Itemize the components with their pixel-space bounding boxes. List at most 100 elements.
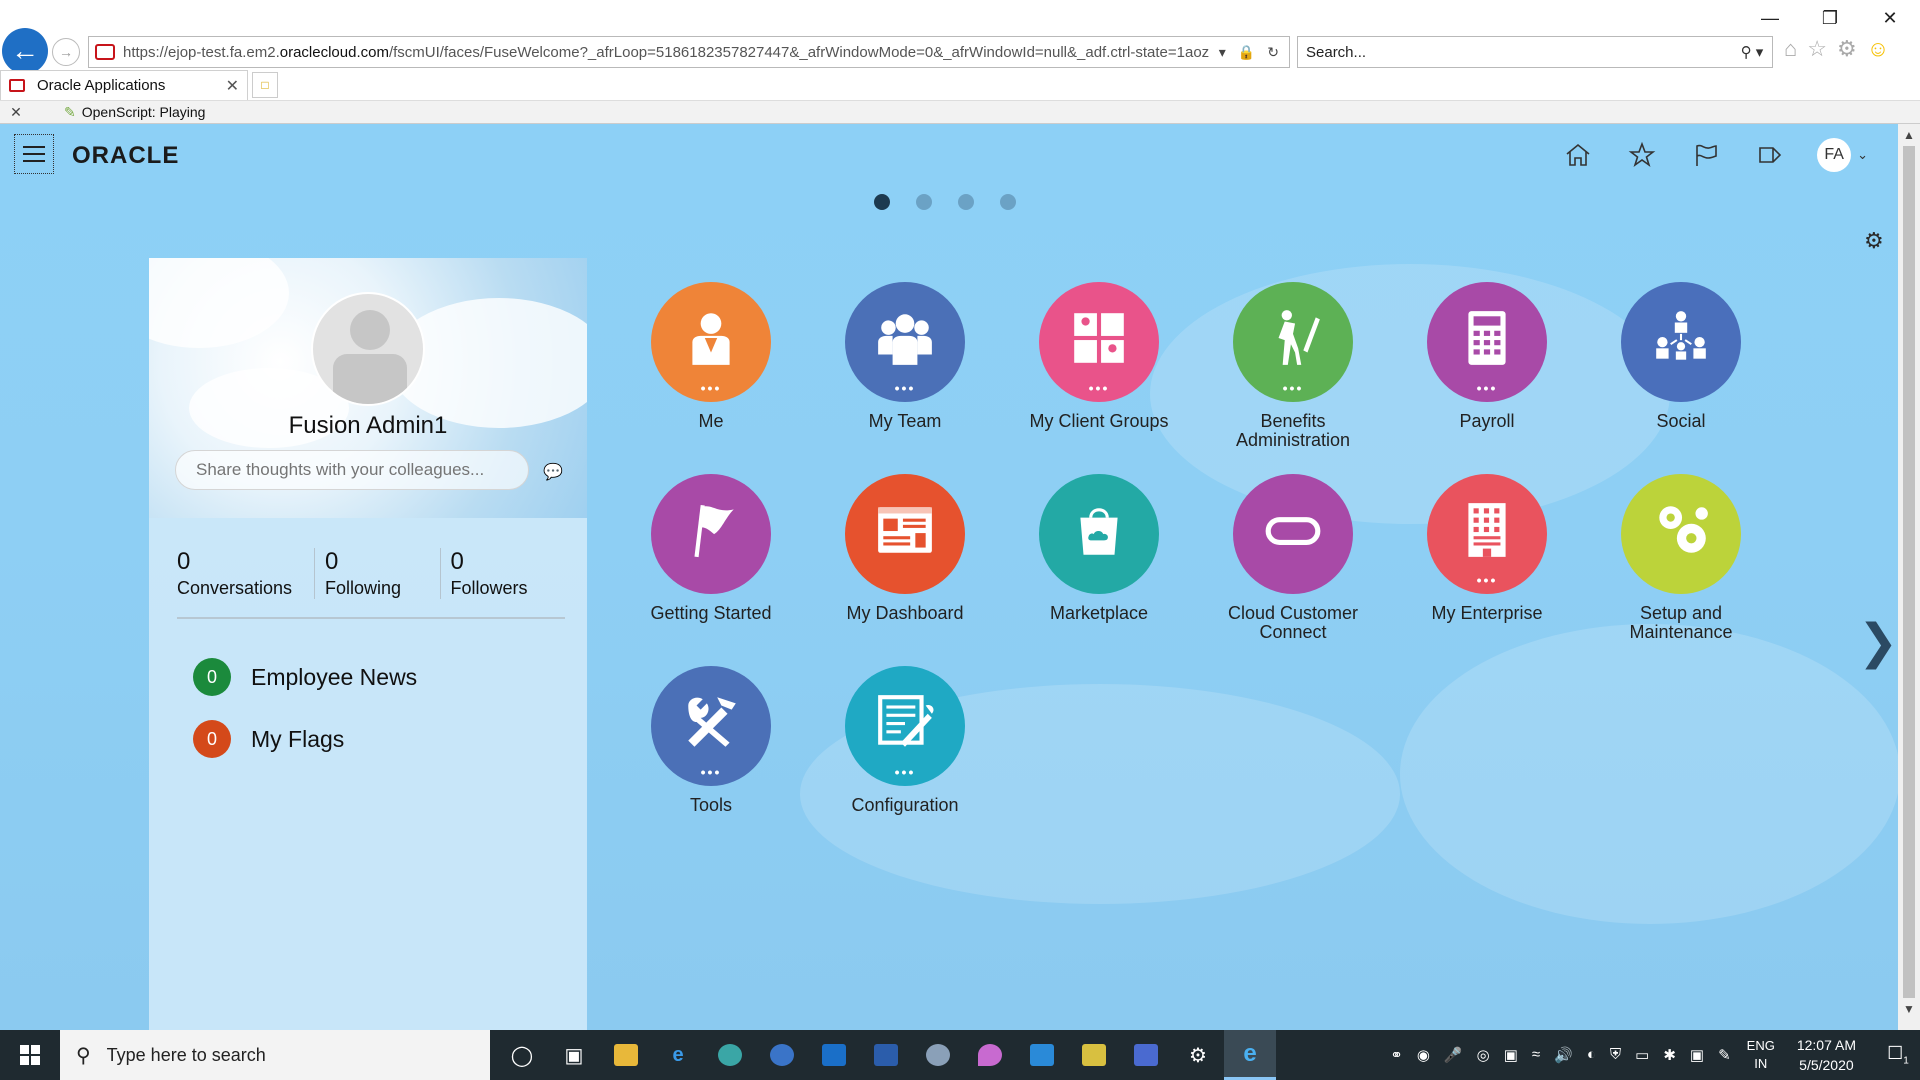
tile-icon-circle[interactable]: ••• (1427, 282, 1547, 402)
paint3d-icon[interactable] (964, 1030, 1016, 1080)
tile-icon-circle[interactable] (1039, 474, 1159, 594)
tile-icon-circle[interactable] (1621, 474, 1741, 594)
user-menu[interactable]: FA ⌄ (1817, 138, 1868, 172)
scroll-down-icon[interactable]: ▼ (1898, 998, 1920, 1020)
settings-gear-icon[interactable]: ⚙ (1172, 1030, 1224, 1080)
springboard-tile-getting-started[interactable]: Getting Started (614, 474, 808, 644)
springboard-tile-my-enterprise[interactable]: ••• My Enterprise (1390, 474, 1584, 644)
outlook-tray-icon[interactable]: ▣ (1504, 1046, 1518, 1064)
internet-explorer-icon[interactable]: e (1224, 1030, 1276, 1080)
cortana-icon[interactable]: ◯ (496, 1030, 548, 1080)
sync-icon[interactable]: ◐ (1587, 1046, 1596, 1064)
close-tab-icon[interactable]: ✕ (226, 76, 239, 96)
springboard-tile-my-team[interactable]: ••• My Team (808, 282, 1002, 452)
my-flags-item[interactable]: 0 My Flags (193, 720, 417, 758)
tile-icon-circle[interactable]: ••• (651, 282, 771, 402)
settings-gear-icon[interactable]: ⚙ (1837, 36, 1857, 62)
app-globe-icon[interactable] (704, 1030, 756, 1080)
file-explorer-icon[interactable] (600, 1030, 652, 1080)
tile-icon-circle[interactable] (845, 474, 965, 594)
browser-search-input[interactable]: Search... ⚲ ▾ (1297, 36, 1773, 68)
tile-icon-circle[interactable]: ••• (845, 666, 965, 786)
search-icon[interactable]: ⚲ ▾ (1732, 43, 1772, 61)
dropdown-arrow-icon[interactable]: ▾ (1219, 44, 1226, 61)
scroll-up-icon[interactable]: ▲ (1898, 124, 1920, 146)
microphone-icon[interactable]: 🎤 (1444, 1046, 1463, 1064)
start-button[interactable] (0, 1030, 60, 1080)
tile-icon-circle[interactable]: ••• (845, 282, 965, 402)
springboard-tile-my-client-groups[interactable]: ••• My Client Groups (1002, 282, 1196, 452)
springboard-tile-marketplace[interactable]: Marketplace (1002, 474, 1196, 644)
back-button[interactable]: ← (2, 28, 48, 74)
share-thoughts-input[interactable] (175, 450, 529, 490)
next-page-arrow-icon[interactable]: ❯ (1858, 614, 1898, 670)
tile-icon-circle[interactable]: ••• (651, 666, 771, 786)
chevron-down-icon[interactable]: ⌄ (1857, 147, 1868, 163)
battery-icon[interactable]: ▭ (1635, 1046, 1649, 1064)
springboard-tile-my-dashboard[interactable]: My Dashboard (808, 474, 1002, 644)
personalize-gear-icon[interactable]: ⚙ (1864, 228, 1884, 254)
navigator-menu-button[interactable] (14, 134, 54, 174)
notification-center-icon[interactable]: ☐1 (1876, 1043, 1920, 1067)
address-bar[interactable]: https://ejop-test.fa.em2.oraclecloud.com… (88, 36, 1290, 68)
app-chat-icon[interactable] (756, 1030, 808, 1080)
security-shield-icon[interactable]: ⛨ (1610, 1046, 1621, 1064)
refresh-icon[interactable]: ↻ (1267, 44, 1279, 61)
page-dot-2[interactable] (916, 194, 932, 210)
new-tab-button[interactable]: □ (252, 72, 278, 98)
stat-following[interactable]: 0 Following (314, 548, 440, 599)
scroll-thumb[interactable] (1903, 146, 1915, 998)
restore-button[interactable]: ❐ (1800, 0, 1860, 36)
vertical-scrollbar[interactable]: ▲ ▼ (1898, 124, 1920, 1030)
tile-icon-circle[interactable] (1233, 474, 1353, 594)
profile-photo[interactable] (311, 292, 425, 406)
page-dot-4[interactable] (1000, 194, 1016, 210)
tile-icon-circle[interactable] (651, 474, 771, 594)
snipping-tool-icon[interactable] (1068, 1030, 1120, 1080)
word-icon[interactable] (860, 1030, 912, 1080)
language-indicator[interactable]: ENG IN (1747, 1037, 1775, 1073)
profile-name[interactable]: Fusion Admin1 (149, 412, 587, 440)
employee-news-item[interactable]: 0 Employee News (193, 658, 417, 696)
photos-icon[interactable] (1016, 1030, 1068, 1080)
tile-icon-circle[interactable]: ••• (1427, 474, 1547, 594)
conversation-icon[interactable]: 💬 (543, 462, 563, 482)
tile-icon-circle[interactable]: ••• (1233, 282, 1353, 402)
stat-conversations[interactable]: 0 Conversations (177, 548, 314, 599)
home-icon[interactable]: ⌂ (1784, 36, 1797, 62)
springboard-tile-cloud-customer-connect[interactable]: Cloud Customer Connect (1196, 474, 1390, 644)
page-dot-1[interactable] (874, 194, 890, 210)
minimize-button[interactable]: — (1740, 0, 1800, 36)
springboard-tile-configuration[interactable]: ••• Configuration (808, 666, 1002, 836)
paint-icon[interactable] (912, 1030, 964, 1080)
tile-icon-circle[interactable] (1621, 282, 1741, 402)
edge-icon[interactable]: e (652, 1030, 704, 1080)
stat-followers[interactable]: 0 Followers (439, 548, 566, 599)
close-command-bar-icon[interactable]: ✕ (0, 104, 32, 121)
wifi-icon[interactable]: ≈ (1532, 1046, 1540, 1064)
springboard-tile-payroll[interactable]: ••• Payroll (1390, 282, 1584, 452)
outlook-icon[interactable] (808, 1030, 860, 1080)
favorites-star-icon[interactable]: ☆ (1807, 36, 1827, 62)
close-window-button[interactable]: ✕ (1860, 0, 1920, 36)
watchlist-flag-icon[interactable] (1689, 138, 1723, 172)
network-drive-icon[interactable]: ◉ (1417, 1046, 1430, 1064)
volume-icon[interactable]: 🔊 (1554, 1046, 1573, 1064)
people-icon[interactable]: ⚭ (1390, 1046, 1403, 1064)
bluetooth-icon[interactable]: ✱ (1663, 1046, 1676, 1064)
taskbar-search-input[interactable]: ⚲ Type here to search (60, 1030, 490, 1080)
forward-button[interactable]: → (52, 38, 80, 66)
springboard-tile-benefits-administration[interactable]: ••• Benefits Administration (1196, 282, 1390, 452)
springboard-tile-me[interactable]: ••• Me (614, 282, 808, 452)
springboard-tile-tools[interactable]: ••• Tools (614, 666, 808, 836)
clock[interactable]: 12:07 AM 5/5/2020 (1797, 1035, 1856, 1075)
pen-icon[interactable]: ✎ (1718, 1046, 1731, 1064)
remote-desktop-icon[interactable] (1120, 1030, 1172, 1080)
home-icon[interactable] (1561, 138, 1595, 172)
favorites-star-icon[interactable] (1625, 138, 1659, 172)
springboard-tile-setup-and-maintenance[interactable]: Setup and Maintenance (1584, 474, 1778, 644)
tile-icon-circle[interactable]: ••• (1039, 282, 1159, 402)
chrome-tray-icon[interactable]: ◎ (1477, 1046, 1490, 1064)
avatar[interactable]: FA (1817, 138, 1852, 172)
task-view-icon[interactable]: ▣ (548, 1030, 600, 1080)
